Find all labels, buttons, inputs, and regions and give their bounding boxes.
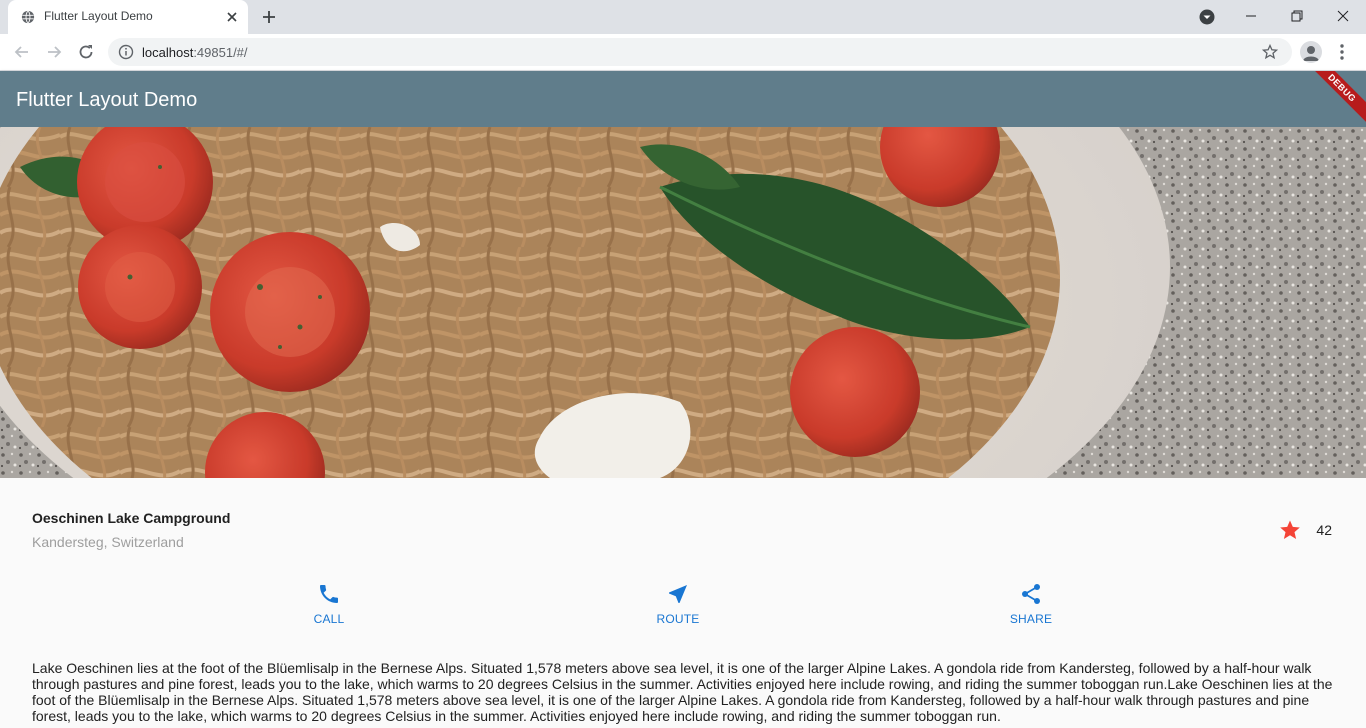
pasta-photo <box>0 127 1366 478</box>
favorite-count: 42 <box>1316 522 1332 538</box>
close-icon[interactable] <box>224 9 240 25</box>
place-location: Kandersteg, Switzerland <box>32 534 184 550</box>
place-name: Oeschinen Lake Campground <box>32 510 231 526</box>
hero-image <box>0 127 1366 478</box>
favorite-widget[interactable]: 42 <box>1278 518 1332 542</box>
share-button[interactable]: SHARE <box>991 582 1071 626</box>
call-button[interactable]: CALL <box>289 582 369 626</box>
info-icon[interactable] <box>118 44 134 60</box>
minimize-icon <box>1246 15 1256 17</box>
url-text: localhost:49851/#/ <box>142 45 248 60</box>
navigation-icon <box>669 585 687 603</box>
debug-banner: DEBUG <box>1301 71 1366 127</box>
close-icon <box>1337 10 1349 22</box>
share-label: SHARE <box>1009 612 1053 626</box>
browser-tab-strip: Flutter Layout Demo <box>0 0 1366 34</box>
person-icon <box>1303 46 1319 61</box>
app-title: Flutter Layout Demo <box>16 89 198 111</box>
window-restore-button[interactable] <box>1274 0 1320 32</box>
app-bar: Flutter Layout Demo DEBUG <box>0 71 1366 127</box>
star-outline-icon[interactable] <box>1262 44 1278 60</box>
browser-tab[interactable]: Flutter Layout Demo <box>8 0 248 34</box>
tab-title: Flutter Layout Demo <box>44 9 153 23</box>
address-bar[interactable]: localhost:49851/#/ <box>108 38 1292 66</box>
title-section: Oeschinen Lake Campground Kandersteg, Sw… <box>32 508 1334 556</box>
url-path: :49851/#/ <box>193 45 248 60</box>
call-label: CALL <box>313 612 345 626</box>
window-close-button[interactable] <box>1320 0 1366 32</box>
plus-icon[interactable] <box>261 9 277 25</box>
chevron-down-icon[interactable] <box>1199 9 1215 25</box>
reload-icon[interactable] <box>76 42 96 62</box>
restore-icon <box>1291 10 1303 22</box>
phone-icon <box>320 585 338 603</box>
kebab-icon[interactable] <box>1334 42 1350 62</box>
route-button[interactable]: ROUTE <box>638 582 718 626</box>
arrow-left-icon[interactable] <box>12 42 32 62</box>
arrow-right-icon[interactable] <box>44 42 64 62</box>
star-icon[interactable] <box>1278 518 1302 542</box>
description-text: Lake Oeschinen lies at the foot of the B… <box>32 660 1333 724</box>
window-minimize-button[interactable] <box>1228 0 1274 32</box>
globe-icon <box>21 10 35 24</box>
url-host: localhost <box>142 45 194 60</box>
share-icon <box>1022 584 1040 604</box>
browser-toolbar: localhost:49851/#/ <box>0 34 1366 71</box>
profile-avatar[interactable] <box>1300 41 1322 63</box>
route-label: ROUTE <box>656 612 700 626</box>
